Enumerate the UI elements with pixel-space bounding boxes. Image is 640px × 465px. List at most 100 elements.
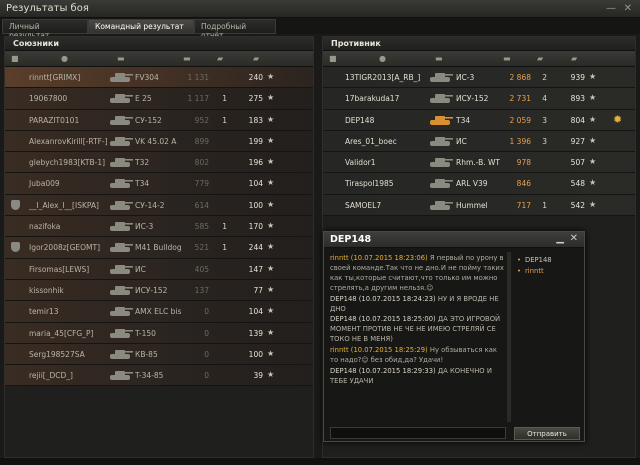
star-icon: ★: [267, 135, 275, 145]
table-row[interactable]: Tiraspol1985 ARL V39 846 548 ★: [323, 173, 635, 195]
table-row[interactable]: __I_Alex_I__[ISKPA] СУ-14-2 614 100 ★: [5, 194, 313, 217]
xp-value: 139: [248, 328, 263, 338]
player-name[interactable]: PARAZIT0101: [29, 116, 79, 125]
chat-header[interactable]: DEP148 ▁ ✕: [324, 232, 584, 248]
tank-icon: [107, 176, 133, 190]
player-column-icon[interactable]: ●: [61, 54, 68, 63]
player-name[interactable]: glebych1983[KTB-1]: [29, 158, 105, 167]
allies-title: Союзники: [5, 37, 313, 51]
player-name[interactable]: Serg198527SA: [29, 350, 85, 359]
player-name[interactable]: rejii[_DCD_]: [29, 371, 73, 380]
table-row[interactable]: SAMOEL7 Hummel 717 1 542 ★: [323, 194, 635, 217]
tab-personal-result[interactable]: Личный результат: [2, 19, 88, 40]
chat-close-icon[interactable]: ✕: [570, 233, 578, 244]
star-icon: ★: [589, 114, 597, 124]
user-dot-icon: •: [517, 267, 522, 275]
tank-name: T32: [135, 158, 150, 168]
xp-value: 542: [570, 200, 585, 210]
table-row[interactable]: kissonhik ИСУ-152 137 77 ★: [5, 279, 313, 302]
table-row[interactable]: rinntt[GRIMX] FV304 1 131 240 ★: [5, 67, 313, 89]
chat-user[interactable]: • rinntt: [517, 266, 576, 277]
player-name[interactable]: Ares_01_boec: [345, 137, 397, 146]
damage-value: 0: [204, 307, 209, 317]
table-row[interactable]: PARAZIT0101 СУ-152 952 1 183 ★: [5, 109, 313, 131]
chat-user[interactable]: • DEP148: [517, 255, 576, 266]
table-row[interactable]: DEP148 T34 2 059 3 804 ★ ✹: [323, 109, 635, 131]
star-icon: ★: [589, 135, 597, 145]
tank-name: T34: [456, 115, 471, 125]
xp-value: 939: [570, 73, 585, 82]
player-name[interactable]: 17barakuda17: [345, 94, 399, 103]
table-row[interactable]: rejii[_DCD_] T-34-85 0 39 ★: [5, 365, 313, 387]
message-author: DEP148 (10.07.2015 18:24:23): [330, 294, 436, 303]
send-button[interactable]: Отправить: [514, 427, 580, 440]
table-row[interactable]: maria_45[CFG_P] T-150 0 139 ★: [5, 322, 313, 344]
table-row[interactable]: 19067800 E 25 1 117 1 275 ★: [5, 88, 313, 110]
damage-column-icon[interactable]: ▬: [183, 54, 191, 63]
table-row[interactable]: 17barakuda17 ИСУ-152 2 731 4 893 ★: [323, 88, 635, 110]
player-name[interactable]: kissonhik: [29, 286, 64, 295]
xp-column-icon[interactable]: ▰: [571, 54, 577, 63]
chat-message: DEP148 (10.07.2015 18:29:33) ДА КОНЕЧНО …: [330, 367, 506, 387]
player-name[interactable]: AlexanrovKirill[-RTF-]: [29, 137, 108, 146]
star-icon: ★: [267, 178, 275, 188]
player-name[interactable]: Validor1: [345, 158, 376, 167]
table-row[interactable]: Firsomas[LEWS] ИС 405 147 ★: [5, 258, 313, 280]
clan-shield-icon: [11, 242, 20, 253]
xp-value: 548: [570, 179, 585, 189]
damage-value: 978: [516, 158, 531, 168]
table-row[interactable]: nazifoka ИС-3 585 1 170 ★: [5, 216, 313, 238]
damage-value: 0: [204, 328, 209, 338]
star-icon: ★: [267, 348, 275, 358]
table-row[interactable]: Serg198527SA КВ-85 0 100 ★: [5, 343, 313, 366]
player-name[interactable]: rinntt[GRIMX]: [29, 73, 80, 82]
damage-value: 0: [204, 371, 209, 381]
player-name[interactable]: 19067800: [29, 94, 67, 103]
close-button[interactable]: ✕: [624, 3, 632, 14]
player-name[interactable]: DEP148: [345, 116, 374, 125]
tab-team-result[interactable]: Командный результат: [88, 19, 194, 34]
tank-column-icon[interactable]: ▬: [435, 54, 443, 63]
star-icon: ★: [267, 242, 275, 252]
chat-user-name: rinntt: [525, 267, 544, 275]
message-author: DEP148 (10.07.2015 18:25:00): [330, 315, 436, 324]
table-row[interactable]: temir13 AMX ELC bis 0 104 ★: [5, 301, 313, 323]
player-name[interactable]: 13TIGR2013[A_RB_]: [345, 73, 420, 82]
xp-value: 104: [248, 179, 263, 189]
chat-minimize-icon[interactable]: ▁: [556, 233, 564, 244]
tank-column-icon[interactable]: ▬: [117, 54, 125, 63]
player-name[interactable]: Firsomas[LEWS]: [29, 265, 89, 274]
player-name[interactable]: __I_Alex_I__[ISKPA]: [29, 201, 99, 210]
table-row[interactable]: glebych1983[KTB-1] T32 802 196 ★: [5, 152, 313, 174]
xp-column-icon[interactable]: ▰: [253, 54, 259, 63]
player-name[interactable]: Juba009: [29, 179, 60, 188]
table-row[interactable]: Validor1 Rhm.-B. WT 978 507 ★: [323, 152, 635, 174]
minimize-button[interactable]: —: [606, 3, 616, 14]
player-name[interactable]: temir13: [29, 307, 59, 316]
table-row[interactable]: Igor2008z[GEOMT] M41 Bulldog 521 1 244 ★: [5, 237, 313, 259]
table-row[interactable]: Ares_01_boec ИС 1 396 3 927 ★: [323, 130, 635, 153]
xp-value: 77: [253, 285, 263, 295]
clan-column-icon[interactable]: ■: [329, 54, 337, 63]
player-name[interactable]: SAMOEL7: [345, 201, 381, 210]
star-icon: ★: [267, 263, 275, 273]
player-name[interactable]: maria_45[CFG_P]: [29, 329, 93, 338]
player-name[interactable]: Tiraspol1985: [345, 179, 394, 188]
player-name[interactable]: Igor2008z[GEOMT]: [29, 243, 100, 252]
player-name[interactable]: nazifoka: [29, 222, 60, 231]
damage-column-icon[interactable]: ▬: [503, 54, 511, 63]
frags-value: 1: [222, 243, 227, 253]
tab-detailed-report[interactable]: Подробный отчёт: [194, 19, 276, 40]
table-row[interactable]: 13TIGR2013[A_RB_] ИС-3 2 868 2 939 ★: [323, 67, 635, 89]
clan-column-icon[interactable]: ■: [11, 54, 19, 63]
frags-column-icon[interactable]: ▰: [217, 54, 223, 63]
table-row[interactable]: AlexanrovKirill[-RTF-] VK 45.02 A 899 199 ★: [5, 130, 313, 153]
chat-input[interactable]: [330, 427, 506, 439]
player-column-icon[interactable]: ●: [379, 54, 386, 63]
table-row[interactable]: Juba009 T34 779 104 ★: [5, 173, 313, 195]
damage-value: 0: [204, 349, 209, 359]
frags-column-icon[interactable]: ▰: [537, 54, 543, 63]
tank-icon: [427, 155, 453, 169]
tank-icon: [107, 113, 133, 127]
star-icon: ★: [267, 114, 275, 124]
